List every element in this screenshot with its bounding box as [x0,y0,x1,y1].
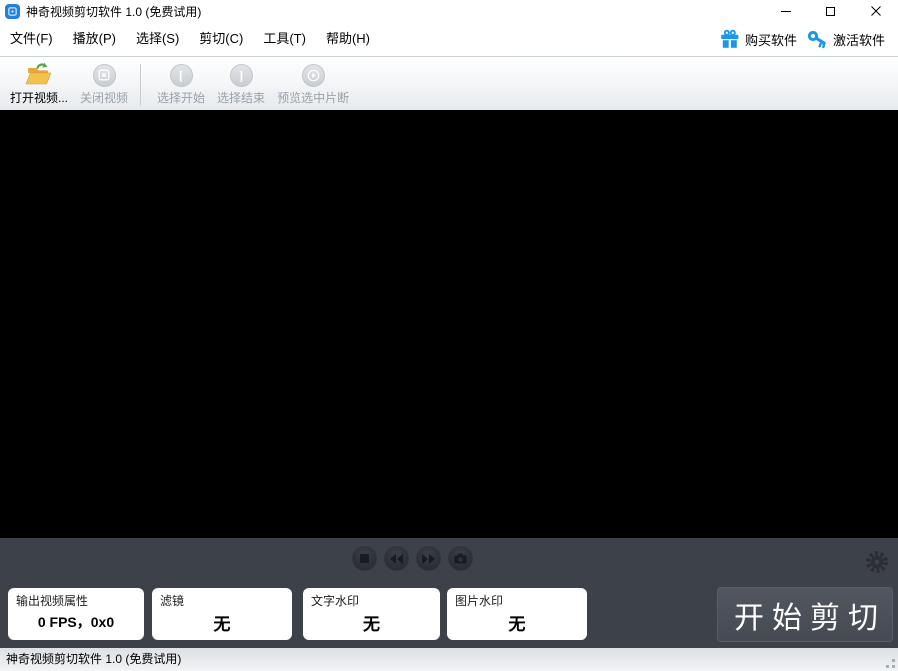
menubar-right: 购买软件 激活软件 [715,29,890,49]
buy-software-button[interactable]: 购买软件 [715,29,802,49]
rewind-icon [390,554,403,564]
video-display-area [0,110,898,538]
control-panel: 输出视频属性 0 FPS，0x0 滤镜 无 文字水印 无 图片水印 无 开始剪切 [0,538,898,648]
text-watermark-box[interactable]: 文字水印 无 [303,588,440,640]
select-start-label: 选择开始 [157,89,205,106]
preview-clip-button[interactable]: 预览选中片断 [271,62,355,106]
maximize-icon [826,7,835,16]
app-icon [5,4,20,19]
window-controls [763,0,898,22]
menu-item-tools[interactable]: 工具(T) [253,22,316,56]
open-video-label: 打开视频... [10,89,68,106]
buy-software-label: 购买软件 [745,30,797,49]
close-icon [871,6,881,16]
key-icon [807,30,828,49]
close-video-icon [93,64,116,87]
menu-item-select[interactable]: 选择(S) [126,22,189,56]
playback-controls [352,546,473,571]
rewind-button[interactable] [384,546,409,571]
text-watermark-value: 无 [303,610,440,635]
snapshot-icon [454,553,467,564]
snapshot-button[interactable] [448,546,473,571]
image-watermark-box[interactable]: 图片水印 无 [447,588,587,640]
statusbar: 神奇视频剪切软件 1.0 (免费试用) [0,648,898,671]
select-start-button[interactable]: [ 选择开始 [151,62,211,106]
stop-button[interactable] [352,546,377,571]
gear-icon [865,550,889,574]
app-window: 神奇视频剪切软件 1.0 (免费试用) 文件(F) 播放(P) 选择(S) 剪切… [0,0,898,671]
preview-icon [302,64,325,87]
resize-grip[interactable] [885,658,896,669]
stop-icon [360,554,369,563]
titlebar: 神奇视频剪切软件 1.0 (免费试用) [0,0,898,22]
close-video-label: 关闭视频 [80,89,128,106]
gift-icon [720,29,740,49]
minimize-icon [781,11,791,12]
select-end-icon: ] [230,64,253,87]
image-watermark-value: 无 [447,610,587,635]
activate-software-button[interactable]: 激活软件 [802,30,890,49]
fast-forward-icon [422,554,435,564]
preview-clip-label: 预览选中片断 [277,89,349,106]
menubar: 文件(F) 播放(P) 选择(S) 剪切(C) 工具(T) 帮助(H) 购买软件 [0,22,898,57]
image-watermark-label: 图片水印 [447,592,587,609]
filter-box[interactable]: 滤镜 无 [152,588,292,640]
select-end-button[interactable]: ] 选择结束 [211,62,271,106]
start-cutting-button[interactable]: 开始剪切 [717,587,893,642]
close-button[interactable] [853,0,898,22]
output-properties-label: 输出视频属性 [8,592,144,609]
menu-item-file[interactable]: 文件(F) [0,22,63,56]
close-video-button[interactable]: 关闭视频 [74,62,134,106]
open-video-button[interactable]: 打开视频... [4,62,74,106]
menu-item-cut[interactable]: 剪切(C) [189,22,253,56]
window-title: 神奇视频剪切软件 1.0 (免费试用) [26,3,201,20]
output-properties-value: 0 FPS，0x0 [8,612,144,632]
select-end-label: 选择结束 [217,89,265,106]
filter-value: 无 [152,610,292,635]
select-start-icon: [ [170,64,193,87]
menu-item-help[interactable]: 帮助(H) [316,22,380,56]
activate-software-label: 激活软件 [833,30,885,49]
filter-label: 滤镜 [152,592,292,609]
toolbar-separator [140,64,141,106]
open-folder-icon [24,62,54,88]
toolbar: 打开视频... 关闭视频 [ 选择开始 ] [0,57,898,110]
output-properties-box: 输出视频属性 0 FPS，0x0 [8,588,144,640]
menu-item-play[interactable]: 播放(P) [63,22,126,56]
text-watermark-label: 文字水印 [303,592,440,609]
settings-gear-button[interactable] [865,550,889,574]
maximize-button[interactable] [808,0,853,22]
statusbar-text: 神奇视频剪切软件 1.0 (免费试用) [6,652,181,666]
minimize-button[interactable] [763,0,808,22]
fast-forward-button[interactable] [416,546,441,571]
